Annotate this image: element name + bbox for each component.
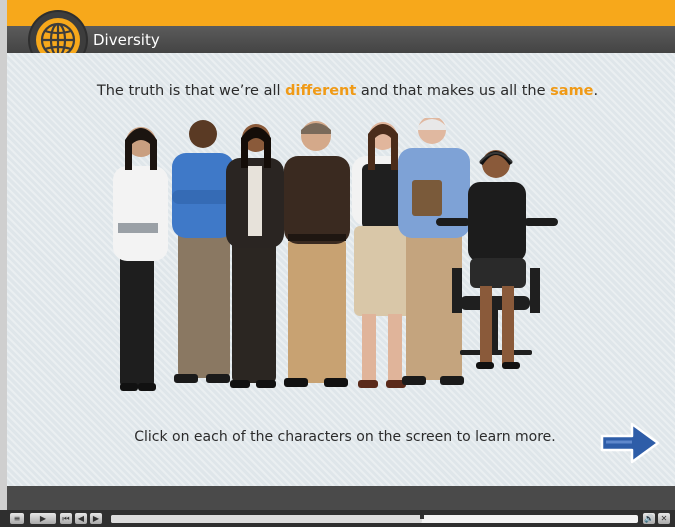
right-arrow-icon — [600, 422, 660, 464]
next-slide-button[interactable] — [598, 418, 662, 468]
headline-text-1: The truth is that we’re all — [96, 83, 286, 99]
character-2[interactable] — [172, 120, 234, 383]
play-button[interactable]: ▶ — [30, 513, 56, 524]
accent-bar — [7, 0, 675, 26]
headline-highlight-different: different — [285, 83, 357, 99]
next-icon: ▶ — [92, 514, 100, 523]
course-player-frame: Diversity The truth is that we’re all di… — [0, 0, 675, 527]
previous-button[interactable]: ◀ — [75, 513, 87, 524]
headline-text-3: . — [593, 83, 599, 99]
menu-icon: ≡ — [13, 514, 21, 523]
characters-group — [113, 118, 558, 391]
headline: The truth is that we’re all different an… — [0, 83, 675, 99]
previous-icon: ◀ — [77, 514, 85, 523]
headline-text-2: and that makes us all the — [356, 83, 551, 99]
menu-button[interactable]: ≡ — [10, 513, 24, 524]
play-icon: ▶ — [39, 514, 47, 523]
character-1[interactable] — [113, 127, 168, 391]
headline-highlight-same: same — [550, 83, 594, 99]
close-icon: ✕ — [660, 514, 668, 523]
rewind-icon: ⏮ — [62, 514, 70, 523]
volume-button[interactable]: 🔊 — [643, 513, 655, 524]
progress-fill — [111, 515, 422, 523]
character-6[interactable] — [398, 118, 470, 385]
player-controls: ≡ ▶ ⏮ ◀ ▶ 🔊 ✕ — [0, 510, 675, 527]
slide-footer-band — [7, 486, 675, 510]
progress-bar[interactable] — [111, 515, 638, 523]
instruction-text: Click on each of the characters on the s… — [134, 429, 556, 445]
rewind-button[interactable]: ⏮ — [60, 513, 72, 524]
volume-icon: 🔊 — [644, 514, 654, 523]
next-button[interactable]: ▶ — [90, 513, 102, 524]
character-3[interactable] — [226, 124, 284, 388]
page-title: Diversity — [93, 31, 160, 49]
character-4[interactable] — [284, 121, 350, 387]
close-button[interactable]: ✕ — [658, 513, 670, 524]
progress-knob[interactable] — [419, 515, 424, 519]
